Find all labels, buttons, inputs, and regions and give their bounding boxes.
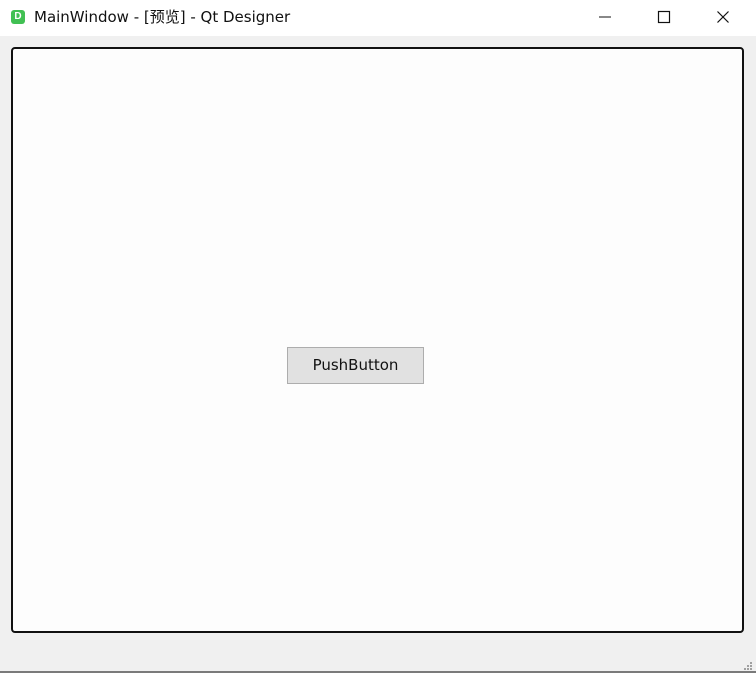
resize-grip-icon[interactable] bbox=[741, 658, 753, 673]
client-area: PushButton bbox=[0, 36, 756, 673]
maximize-icon bbox=[656, 9, 672, 25]
title-bar[interactable]: D MainWindow - [预览] - Qt Designer bbox=[0, 0, 756, 34]
minimize-button[interactable] bbox=[576, 0, 634, 34]
status-bar bbox=[0, 635, 756, 673]
close-button[interactable] bbox=[694, 0, 752, 34]
push-button[interactable]: PushButton bbox=[287, 347, 424, 384]
qt-designer-preview-window: D MainWindow - [预览] - Qt Designer PushBu… bbox=[0, 0, 756, 673]
close-icon bbox=[715, 9, 731, 25]
window-title: MainWindow - [预览] - Qt Designer bbox=[34, 8, 291, 26]
maximize-button[interactable] bbox=[635, 0, 693, 34]
minimize-icon bbox=[597, 9, 613, 25]
central-widget-frame bbox=[11, 47, 744, 633]
qt-designer-icon: D bbox=[11, 10, 25, 24]
window-controls bbox=[576, 0, 756, 34]
